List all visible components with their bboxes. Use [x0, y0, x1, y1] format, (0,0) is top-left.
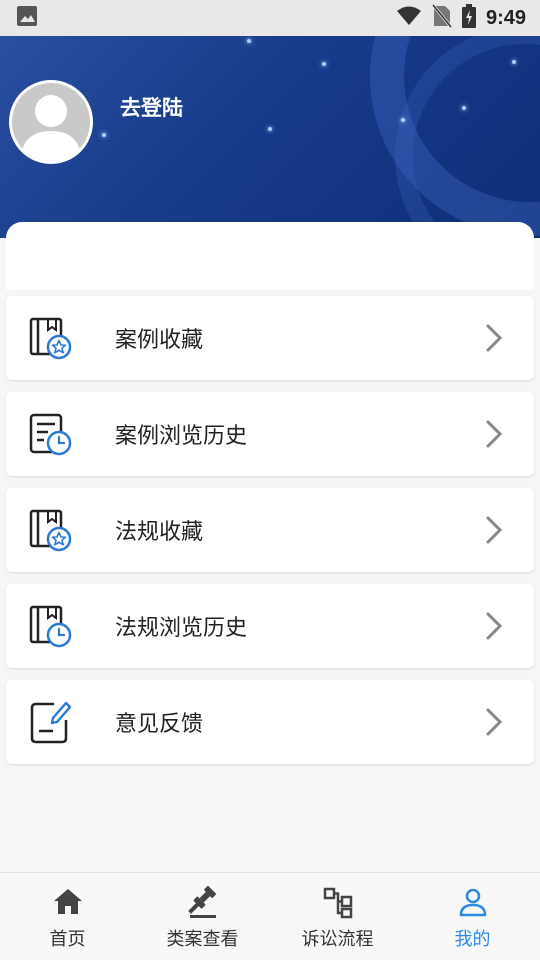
feedback-icon — [30, 701, 72, 744]
star-dot — [322, 62, 326, 66]
case-favorite-icon — [29, 317, 72, 360]
no-sim-icon — [431, 4, 453, 32]
bottom-navigation: 首页 类案查看 诉讼流程 我的 — [0, 872, 540, 960]
gavel-icon — [187, 885, 216, 918]
chevron-right-icon — [486, 324, 503, 352]
nav-tab-process[interactable]: 诉讼流程 — [270, 873, 405, 960]
nav-label: 类案查看 — [166, 929, 239, 950]
login-link[interactable]: 去登陆 — [120, 92, 183, 122]
nav-label: 诉讼流程 — [301, 929, 374, 950]
status-bar: 9:49 — [0, 0, 540, 36]
star-dot — [247, 39, 251, 43]
case-history-icon — [29, 413, 72, 456]
chevron-right-icon — [486, 420, 503, 448]
menu-item-label: 法规收藏 — [115, 520, 204, 545]
star-dot — [462, 106, 466, 110]
menu-item-case-history[interactable]: 案例浏览历史 — [6, 392, 534, 476]
menu-item-law-history[interactable]: 法规浏览历史 — [6, 584, 534, 668]
star-dot — [401, 118, 405, 122]
user-icon — [459, 888, 486, 917]
menu-item-label: 法规浏览历史 — [115, 616, 248, 641]
chevron-right-icon — [486, 516, 503, 544]
law-favorite-icon — [29, 509, 72, 552]
chevron-right-icon — [486, 612, 503, 640]
nav-tab-mine[interactable]: 我的 — [405, 873, 540, 960]
default-avatar-icon — [12, 83, 90, 161]
star-dot — [102, 133, 106, 137]
home-icon — [53, 889, 82, 914]
profile-header: 去登陆 — [0, 36, 540, 238]
star-dot — [268, 127, 272, 131]
nav-label: 我的 — [454, 929, 491, 950]
menu-item-case-favorites[interactable]: 案例收藏 — [6, 296, 534, 380]
profile-card — [6, 222, 534, 290]
law-history-icon — [29, 605, 72, 648]
avatar[interactable] — [9, 80, 93, 164]
nav-tab-cases[interactable]: 类案查看 — [135, 873, 270, 960]
flowchart-icon — [323, 887, 352, 919]
menu-item-label: 案例浏览历史 — [115, 424, 248, 449]
menu-item-feedback[interactable]: 意见反馈 — [6, 680, 534, 764]
menu-item-law-favorites[interactable]: 法规收藏 — [6, 488, 534, 572]
star-dot — [512, 60, 516, 64]
status-time: 9:49 — [485, 6, 526, 29]
nav-label: 首页 — [49, 929, 86, 950]
nav-tab-home[interactable]: 首页 — [0, 873, 135, 960]
menu-item-label: 意见反馈 — [115, 712, 204, 737]
image-icon — [16, 5, 38, 31]
wifi-icon — [396, 5, 422, 31]
menu-item-label: 案例收藏 — [115, 328, 204, 353]
chevron-right-icon — [486, 708, 503, 736]
battery-charging-icon — [461, 4, 476, 32]
